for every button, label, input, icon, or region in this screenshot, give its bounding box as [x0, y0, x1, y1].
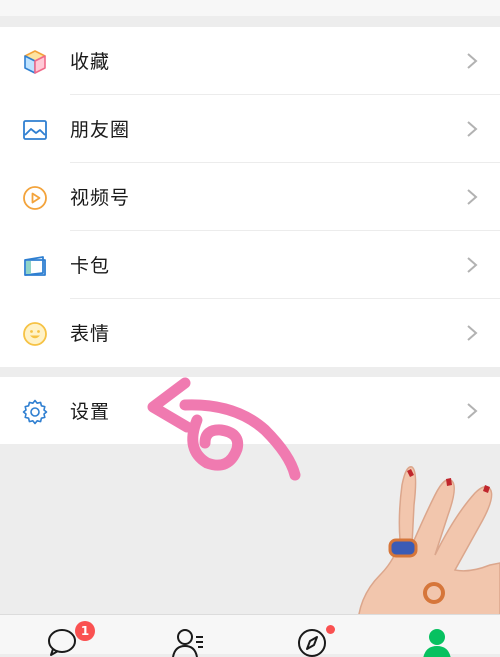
- menu-item-label: 视频号: [70, 187, 131, 209]
- menu-item-stickers[interactable]: 表情: [0, 299, 500, 367]
- menu-item-channels[interactable]: 视频号: [0, 163, 500, 231]
- chevron-right-icon: [467, 121, 478, 137]
- new-content-dot: [326, 625, 335, 634]
- photo-album-icon: [23, 120, 47, 140]
- top-gap: [0, 0, 500, 16]
- menu-item-card-wallet[interactable]: 卡包: [0, 231, 500, 299]
- tab-chats[interactable]: 1: [0, 615, 125, 656]
- menu-item-label: 卡包: [70, 255, 111, 277]
- unread-badge: 1: [75, 621, 95, 641]
- menu-item-label: 收藏: [70, 51, 111, 73]
- menu-item-label: 朋友圈: [70, 119, 131, 141]
- card-wallet-icon: [24, 256, 46, 276]
- tab-discover[interactable]: [250, 615, 375, 657]
- menu-item-label: 设置: [70, 401, 111, 423]
- pink-arrow-doodle: [147, 377, 301, 481]
- menu-item-label: 表情: [70, 323, 111, 345]
- menu-item-favorites[interactable]: 收藏: [0, 27, 500, 95]
- chevron-right-icon: [467, 53, 478, 69]
- chevron-right-icon: [467, 403, 478, 419]
- video-channel-icon: [23, 186, 47, 210]
- chevron-right-icon: [467, 325, 478, 341]
- smiley-icon: [23, 322, 47, 346]
- gear-icon: [22, 399, 48, 425]
- menu-item-moments[interactable]: 朋友圈: [0, 95, 500, 163]
- tab-contacts[interactable]: [125, 615, 250, 657]
- cube-icon: [24, 50, 46, 74]
- chevron-right-icon: [467, 189, 478, 205]
- menu-group: 收藏 朋友圈 视频号 卡包 表情: [0, 27, 500, 367]
- tab-me[interactable]: [375, 615, 500, 657]
- bottom-tab-bar: 1: [0, 614, 500, 657]
- chevron-right-icon: [467, 257, 478, 273]
